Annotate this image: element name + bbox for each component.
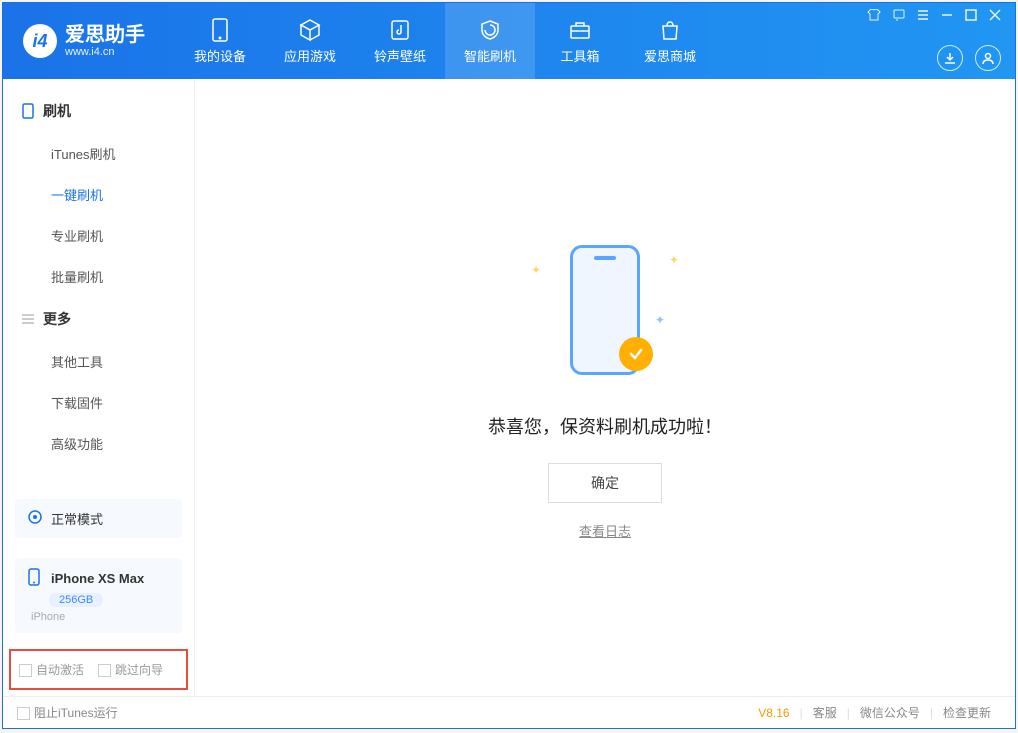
sidebar-item-oneclick-flash[interactable]: 一键刷机 — [3, 174, 194, 215]
tab-label: 爱思商城 — [644, 46, 696, 65]
footer: 阻止iTunes运行 V8.16 | 客服 | 微信公众号 | 检查更新 — [3, 696, 1015, 728]
cube-icon — [298, 18, 322, 42]
sidebar-item-download-firmware[interactable]: 下载固件 — [3, 382, 194, 423]
success-illustration: ✦ ✦ ✦ — [505, 235, 705, 385]
minimize-icon[interactable] — [941, 9, 953, 24]
group-title: 刷机 — [43, 101, 71, 121]
group-flash: 刷机 — [3, 89, 194, 133]
close-icon[interactable] — [989, 9, 1001, 24]
checkbox-auto-activate[interactable]: 自动激活 — [19, 661, 84, 678]
bag-icon — [658, 18, 682, 42]
options-highlight-box: 自动激活 跳过向导 — [9, 649, 188, 690]
tab-my-device[interactable]: 我的设备 — [175, 3, 265, 79]
maximize-icon[interactable] — [965, 9, 977, 24]
footer-link-support[interactable]: 客服 — [813, 704, 837, 721]
tab-smart-flash[interactable]: 智能刷机 — [445, 3, 535, 79]
ok-button[interactable]: 确定 — [548, 463, 662, 503]
tab-label: 工具箱 — [560, 46, 599, 65]
tab-label: 我的设备 — [194, 46, 246, 65]
checkbox-icon — [17, 707, 30, 720]
success-message: 恭喜您，保资料刷机成功啦！ — [488, 413, 722, 439]
tab-label: 智能刷机 — [464, 46, 516, 65]
sidebar: 刷机 iTunes刷机 一键刷机 专业刷机 批量刷机 更多 其他工具 下载固件 … — [3, 79, 195, 696]
checkbox-icon — [19, 664, 32, 677]
logo-area: i4 爱思助手 www.i4.cn — [3, 24, 165, 58]
sidebar-item-itunes-flash[interactable]: iTunes刷机 — [3, 133, 194, 174]
device-type: iPhone — [31, 611, 170, 623]
header-action-icons — [867, 45, 1001, 71]
sparkle-icon: ✦ — [531, 263, 541, 277]
download-icon[interactable] — [937, 45, 963, 71]
mode-box[interactable]: 正常模式 — [15, 499, 182, 538]
footer-link-wechat[interactable]: 微信公众号 — [860, 704, 920, 721]
window-controls — [867, 9, 1001, 24]
tab-ringtones[interactable]: 铃声壁纸 — [355, 3, 445, 79]
header-tabs: 我的设备 应用游戏 铃声壁纸 智能刷机 工具箱 爱思商城 — [175, 3, 715, 79]
toolbox-icon — [568, 18, 592, 42]
sidebar-scroll: 刷机 iTunes刷机 一键刷机 专业刷机 批量刷机 更多 其他工具 下载固件 … — [3, 79, 194, 489]
device-capacity: 256GB — [49, 593, 103, 607]
view-log-link[interactable]: 查看日志 — [579, 521, 631, 540]
sidebar-item-batch-flash[interactable]: 批量刷机 — [3, 256, 194, 297]
device-phone-icon — [27, 568, 41, 589]
footer-link-update[interactable]: 检查更新 — [943, 704, 991, 721]
sidebar-item-other-tools[interactable]: 其他工具 — [3, 341, 194, 382]
device-icon — [208, 18, 232, 42]
tab-label: 应用游戏 — [284, 46, 336, 65]
checkbox-stop-itunes[interactable]: 阻止iTunes运行 — [17, 704, 118, 721]
check-badge-icon — [619, 337, 653, 371]
sparkle-icon: ✦ — [669, 253, 679, 267]
menu-icon[interactable] — [917, 9, 929, 24]
header-right — [867, 3, 1001, 79]
app-subtitle: www.i4.cn — [65, 46, 145, 58]
group-title: 更多 — [43, 309, 71, 329]
mode-icon — [27, 509, 43, 528]
header: i4 爱思助手 www.i4.cn 我的设备 应用游戏 铃声壁纸 智能刷机 — [3, 3, 1015, 79]
user-icon[interactable] — [975, 45, 1001, 71]
body: 刷机 iTunes刷机 一键刷机 专业刷机 批量刷机 更多 其他工具 下载固件 … — [3, 79, 1015, 696]
device-name: iPhone XS Max — [51, 571, 144, 586]
app-window: i4 爱思助手 www.i4.cn 我的设备 应用游戏 铃声壁纸 智能刷机 — [2, 2, 1016, 729]
tab-toolbox[interactable]: 工具箱 — [535, 3, 625, 79]
version-label: V8.16 — [758, 706, 789, 720]
mode-label: 正常模式 — [51, 509, 103, 528]
tshirt-icon[interactable] — [867, 9, 881, 24]
shield-icon — [478, 18, 502, 42]
sidebar-item-advanced[interactable]: 高级功能 — [3, 423, 194, 464]
music-icon — [388, 18, 412, 42]
sparkle-icon: ✦ — [655, 313, 665, 327]
logo-text: 爱思助手 www.i4.cn — [65, 24, 145, 58]
tab-apps-games[interactable]: 应用游戏 — [265, 3, 355, 79]
device-box[interactable]: iPhone XS Max 256GB iPhone — [15, 558, 182, 633]
group-more: 更多 — [3, 297, 194, 341]
list-icon — [21, 312, 35, 326]
checkbox-icon — [98, 664, 111, 677]
logo-icon: i4 — [23, 24, 57, 58]
tab-label: 铃声壁纸 — [374, 46, 426, 65]
checkbox-skip-guide[interactable]: 跳过向导 — [98, 661, 163, 678]
app-title: 爱思助手 — [65, 24, 145, 46]
feedback-icon[interactable] — [893, 9, 905, 24]
sidebar-item-pro-flash[interactable]: 专业刷机 — [3, 215, 194, 256]
phone-icon — [21, 104, 35, 118]
main-content: ✦ ✦ ✦ 恭喜您，保资料刷机成功啦！ 确定 查看日志 — [195, 79, 1015, 696]
tab-store[interactable]: 爱思商城 — [625, 3, 715, 79]
